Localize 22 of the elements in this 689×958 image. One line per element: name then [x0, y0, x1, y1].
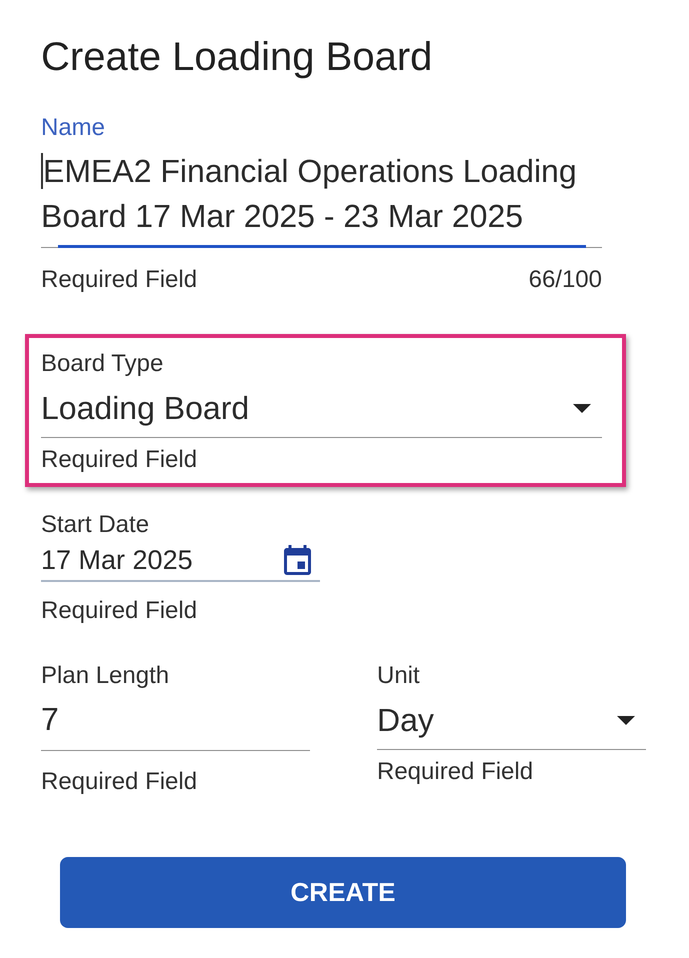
number-field[interactable]: 7	[41, 699, 310, 751]
select-field[interactable]: Loading Board	[41, 388, 602, 438]
date-field[interactable]: 17 Mar 2025	[41, 544, 320, 582]
select-field[interactable]: Day	[377, 700, 646, 750]
helper-text: Required Field	[41, 597, 198, 625]
helper-text: Required Field	[377, 758, 534, 786]
field-label: Start Date	[41, 511, 150, 539]
helper-text: Required Field	[41, 266, 198, 294]
text-cursor	[41, 153, 43, 189]
create-button[interactable]: CREATE	[60, 857, 626, 928]
helper-text: Required Field	[41, 446, 198, 474]
calendar-icon[interactable]	[284, 545, 311, 575]
caret-down-icon[interactable]	[617, 716, 635, 724]
field-label: Plan Length	[41, 662, 170, 690]
helper-text: Required Field	[41, 768, 198, 796]
caret-down-icon[interactable]	[573, 404, 591, 412]
page-title: Create Loading Board	[41, 34, 432, 81]
field-label: Board Type	[41, 350, 164, 378]
text-area-field[interactable]: EMEA2 Financial Operations Loading Board 17 Mar 2025 - 23 Mar 2025	[41, 149, 602, 248]
field-label: Unit	[377, 662, 420, 690]
character-counter: 66/100	[528, 266, 602, 294]
field-label: Name	[41, 114, 106, 142]
